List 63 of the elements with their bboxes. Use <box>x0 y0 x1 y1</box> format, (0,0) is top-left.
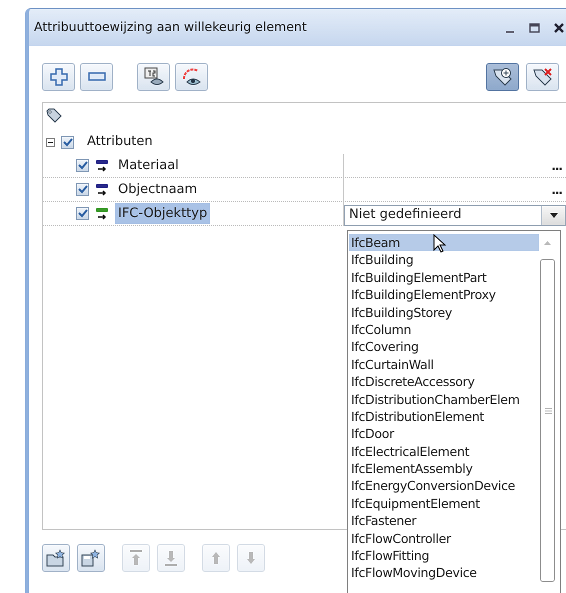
tree-item[interactable]: Objectnaam <box>115 178 200 200</box>
dropdown-item[interactable]: IfcColumn <box>349 320 539 338</box>
toolbar-button[interactable] <box>486 63 519 91</box>
ellipsis-button[interactable]: ... <box>551 180 566 198</box>
dropdown-item[interactable]: IfcDistributionChamberElem <box>349 390 539 408</box>
dropdown-item[interactable]: IfcBuildingStorey <box>349 304 539 321</box>
dropdown-item[interactable]: IfcFlowMovingDevice <box>349 564 539 582</box>
tree-label[interactable]: Attributen <box>84 131 156 153</box>
dropdown-item[interactable]: IfcFastener <box>349 512 539 530</box>
text-type-icon <box>95 158 109 172</box>
dropdown-item[interactable]: IfcFlowFitting <box>349 547 539 564</box>
disk-star-icon <box>81 549 101 567</box>
window-title: Attribuuttoewijzing aan willekeurig element <box>34 18 307 36</box>
number-eye-icon <box>142 67 164 87</box>
grip-icon <box>545 408 552 414</box>
number-type-icon <box>95 206 109 220</box>
dropdown-item[interactable]: IfcDiscreteAccessory <box>349 373 539 391</box>
caret-icon <box>550 212 558 218</box>
move-top-icon <box>129 550 143 566</box>
text-type-icon <box>95 182 109 196</box>
cursor-icon <box>433 234 447 254</box>
dropdown-item[interactable]: IfcBuilding <box>349 251 539 269</box>
close-icon[interactable] <box>554 22 564 32</box>
scrollbar-thumb[interactable] <box>540 259 555 582</box>
checkbox[interactable] <box>61 136 74 148</box>
dropdown-item[interactable]: IfcDistributionElement <box>349 408 539 426</box>
plus-icon <box>50 68 68 86</box>
checkbox[interactable] <box>76 183 89 196</box>
dropdown-item[interactable]: IfcElectricalElement <box>349 442 539 460</box>
move-bottom-icon <box>164 550 178 566</box>
toolbar-button[interactable] <box>80 63 113 91</box>
folder-star-icon <box>46 549 66 567</box>
tag-add-icon <box>492 67 514 87</box>
dropdown-item[interactable]: IfcCovering <box>349 338 539 356</box>
tag-icon <box>46 106 62 122</box>
dropdown-item[interactable]: IfcFlowController <box>349 530 539 548</box>
tree-item[interactable]: Materiaal <box>115 154 182 176</box>
toolbar-button[interactable] <box>137 63 170 91</box>
minus-icon <box>88 72 106 82</box>
dropdown-item[interactable]: IfcBuildingElementProxy <box>349 286 539 304</box>
checkbox[interactable] <box>76 207 89 220</box>
dropdown-item[interactable]: IfcEnergyConversionDevice <box>349 477 539 495</box>
dropdown-field[interactable]: Niet gedefinieerd <box>344 204 566 226</box>
toolbar-button[interactable] <box>42 544 70 572</box>
tag-delete-icon <box>532 67 554 87</box>
dropdown-item[interactable]: IfcElementAssembly <box>349 460 539 478</box>
checkbox[interactable] <box>76 159 89 172</box>
toolbar-button[interactable] <box>77 544 105 572</box>
arrow-up-icon <box>211 551 221 565</box>
color-eye-icon <box>180 67 202 87</box>
dropdown-item[interactable]: IfcEquipmentElement <box>349 494 539 512</box>
tree-item[interactable]: IFC-Objekttyp <box>115 202 210 224</box>
dropdown-item[interactable]: IfcBeam <box>349 234 539 252</box>
arrow-down-icon <box>246 551 256 565</box>
ellipsis-button[interactable]: ... <box>551 156 566 174</box>
toolbar-button[interactable] <box>526 63 559 91</box>
toolbar-button[interactable] <box>42 63 75 91</box>
dropdown-item[interactable]: IfcBuildingElementPart <box>349 268 539 286</box>
maximize-icon[interactable] <box>529 22 540 32</box>
collapse-icon[interactable] <box>46 138 55 146</box>
dropdown-item[interactable]: IfcCurtainWall <box>349 356 539 374</box>
dropdown-item[interactable]: IfcDoor <box>349 425 539 443</box>
toolbar-button[interactable] <box>175 63 208 91</box>
